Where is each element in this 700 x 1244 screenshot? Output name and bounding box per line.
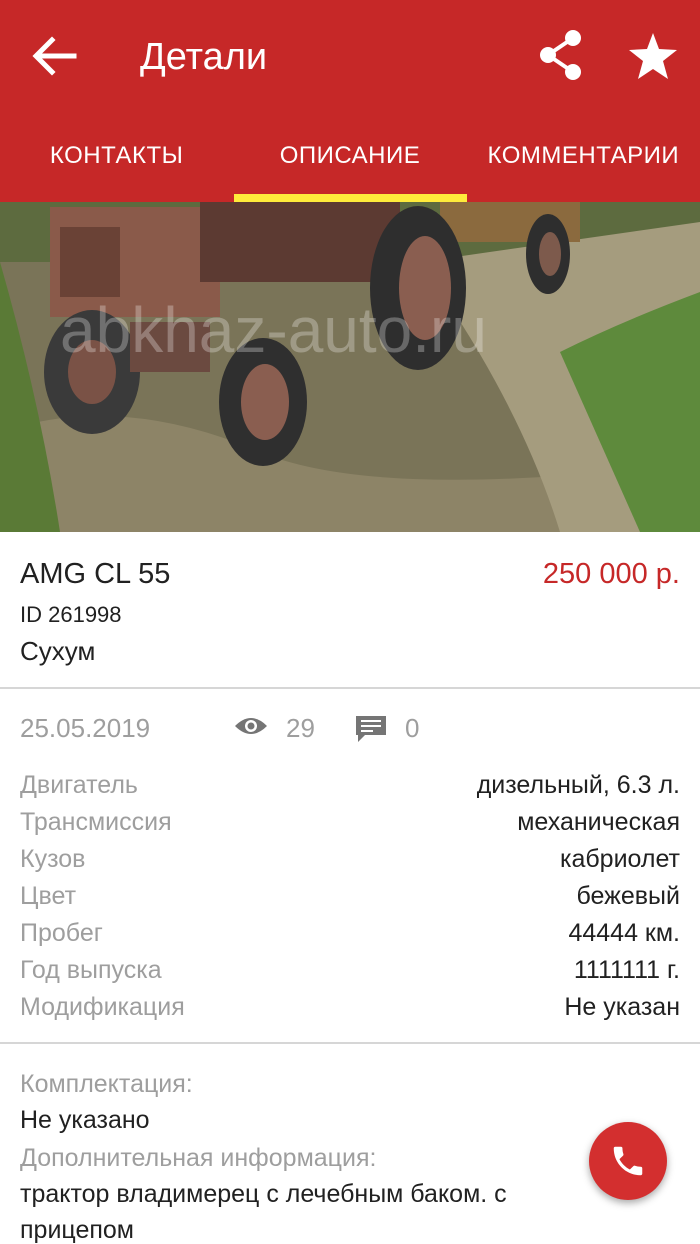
spec-row-color: Цвет бежевый [20, 878, 680, 915]
spec-value: Не указан [564, 993, 680, 1021]
spec-row-engine: Двигатель дизельный, 6.3 л. [20, 767, 680, 804]
listing-id: ID 261998 [20, 602, 122, 627]
listing-price: 250 000 р. [542, 558, 680, 590]
call-button[interactable] [589, 1122, 667, 1200]
watermark-text: abkhaz-auto.ru [60, 294, 487, 366]
favorite-button[interactable] [622, 26, 684, 86]
spec-list: Двигатель дизельный, 6.3 л. Трансмиссия … [0, 767, 700, 1044]
comment-icon [356, 716, 386, 742]
spec-label: Пробег [20, 919, 103, 947]
tab-description[interactable]: ОПИСАНИЕ [233, 110, 466, 202]
spec-value: кабриолет [559, 845, 680, 873]
spec-row-body: Кузов кабриолет [20, 841, 680, 878]
phone-icon [613, 1146, 643, 1176]
listing-model: AMG CL 55 [20, 558, 171, 590]
spec-label: Цвет [20, 882, 77, 910]
tab-indicator [234, 194, 467, 202]
tab-bar: КОНТАКТЫ ОПИСАНИЕ КОММЕНТАРИИ [0, 110, 700, 202]
spec-value: 1111111 г. [573, 956, 680, 984]
spec-value: бежевый [576, 882, 680, 910]
spec-row-modification: Модификация Не указан [20, 989, 680, 1026]
spec-row-year: Год выпуска 1111111 г. [20, 952, 680, 989]
comments-count: 0 [405, 713, 420, 743]
eye-icon [235, 718, 267, 734]
equipment-label: Комплектация: [20, 1070, 193, 1098]
spec-row-mileage: Пробег 44444 км. [20, 915, 680, 952]
spec-label: Модификация [20, 993, 185, 1021]
views-count: 29 [286, 713, 315, 743]
spec-label: Кузов [20, 845, 86, 873]
spec-value: дизельный, 6.3 л. [476, 771, 680, 799]
listing-photo: abkhaz-auto.ru [0, 202, 700, 532]
tab-comments[interactable]: КОММЕНТАРИИ [467, 110, 700, 202]
back-button[interactable] [24, 26, 84, 86]
info-label: Дополнительная информация: [20, 1144, 377, 1172]
share-button[interactable] [532, 26, 590, 84]
spec-value: 44444 км. [568, 919, 680, 947]
spec-row-transmission: Трансмиссия механическая [20, 804, 680, 841]
spec-label: Трансмиссия [20, 808, 172, 836]
info-value: трактор владимерец с лечебным баком. с п… [20, 1180, 507, 1244]
tab-contacts[interactable]: КОНТАКТЫ [0, 110, 233, 202]
star-icon [629, 33, 677, 79]
equipment-value: Не указано [20, 1106, 150, 1134]
share-icon [540, 30, 581, 80]
listing-summary: AMG CL 55 250 000 р. ID 261998 Сухум [0, 532, 700, 689]
app-bar: Детали КОНТАКТЫ ОПИСАНИЕ КОММЕНТАРИИ [0, 0, 700, 202]
listing-city: Сухум [20, 636, 96, 666]
arrow-back-icon [32, 36, 77, 76]
spec-label: Двигатель [20, 771, 138, 799]
spec-value: механическая [517, 808, 680, 836]
photo-gallery[interactable]: abkhaz-auto.ru [0, 202, 700, 532]
listing-date: 25.05.2019 [20, 713, 151, 743]
page-title: Детали [140, 36, 268, 78]
listing-meta: 25.05.2019 29 0 [0, 689, 700, 767]
spec-label: Год выпуска [20, 956, 162, 984]
